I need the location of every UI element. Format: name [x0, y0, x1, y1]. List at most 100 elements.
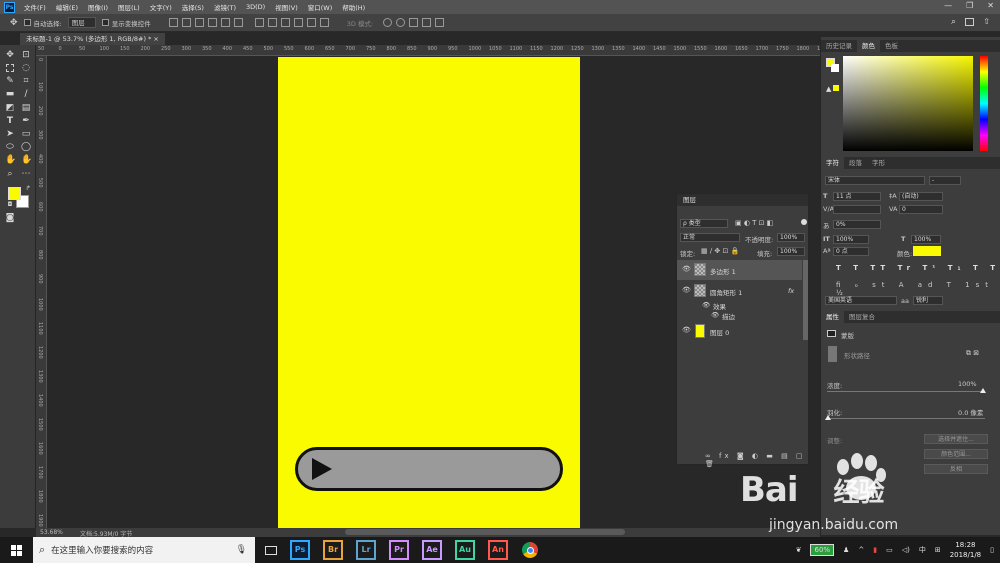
- tab-properties[interactable]: 属性: [821, 311, 844, 323]
- eraser-tool-icon[interactable]: ◩: [5, 103, 15, 113]
- tray-expand-icon[interactable]: ^: [858, 546, 864, 554]
- ellipse-tool-icon[interactable]: ⬭: [5, 142, 15, 152]
- antialias-dropdown[interactable]: 锐利: [913, 296, 943, 305]
- font-family-dropdown[interactable]: 宋体: [825, 176, 925, 185]
- path-select-tool-icon[interactable]: ➤: [5, 129, 15, 139]
- show-transform-checkbox[interactable]: [101, 19, 109, 26]
- lock-icons[interactable]: ▦ ∕ ✥ ⊡ 🔒: [701, 247, 739, 255]
- color-picker-field[interactable]: [843, 56, 973, 151]
- align-left-icon[interactable]: [207, 18, 217, 27]
- kerning-field[interactable]: [833, 205, 881, 214]
- tsume-field[interactable]: 0%: [833, 220, 881, 229]
- layer-filter-dropdown[interactable]: ρ 类型: [680, 219, 728, 228]
- workspace-icon[interactable]: [965, 18, 974, 26]
- tab-color[interactable]: 颜色: [857, 40, 880, 52]
- align-center-icon[interactable]: [220, 18, 230, 27]
- volume-icon[interactable]: ◁): [902, 546, 910, 554]
- default-colors-icon[interactable]: ◘: [5, 200, 15, 210]
- feather-slider-thumb[interactable]: [825, 415, 831, 420]
- menu-image[interactable]: 图像(I): [83, 2, 113, 12]
- show-transform-option[interactable]: 显示变换控件: [101, 18, 151, 28]
- ime-indicator[interactable]: 中: [919, 545, 926, 555]
- bg-color-chip[interactable]: [831, 64, 839, 72]
- layers-scrollbar[interactable]: [803, 260, 808, 340]
- 3d-roll-icon[interactable]: [396, 18, 406, 27]
- tab-glyphs[interactable]: 字形: [867, 157, 890, 169]
- menu-select[interactable]: 选择(S): [177, 2, 209, 12]
- hue-slider[interactable]: [980, 56, 988, 151]
- task-view-icon[interactable]: [265, 545, 277, 555]
- taskbar-app-aftereffects[interactable]: Ae: [422, 540, 442, 560]
- tab-history[interactable]: 历史记录: [821, 40, 857, 52]
- taskbar-app-audition[interactable]: Au: [455, 540, 475, 560]
- distribute-center-icon[interactable]: [306, 18, 316, 27]
- document-tab-close-icon[interactable]: ×: [153, 35, 158, 43]
- app-tray-icon[interactable]: ⊞: [935, 546, 941, 554]
- hand-tool-icon[interactable]: ✋: [21, 155, 32, 165]
- tracking-field[interactable]: 0: [899, 205, 943, 214]
- 3d-scale-icon[interactable]: [435, 18, 445, 27]
- taskbar-app-animate[interactable]: An: [488, 540, 508, 560]
- menu-help[interactable]: 帮助(H): [337, 2, 370, 12]
- 3d-orbit-icon[interactable]: [383, 18, 393, 27]
- font-style-dropdown[interactable]: -: [929, 176, 961, 185]
- quick-mask-icon[interactable]: ◙: [5, 213, 15, 223]
- visibility-eye-icon[interactable]: 👁: [682, 326, 691, 334]
- leading-field[interactable]: (自动): [899, 192, 943, 201]
- move-tool-icon[interactable]: ✥: [5, 50, 15, 60]
- security-icon[interactable]: ▮: [873, 546, 877, 554]
- visibility-eye-icon[interactable]: 👁: [682, 265, 691, 273]
- battery-indicator[interactable]: 60%: [810, 544, 835, 556]
- more-tools-icon[interactable]: ⋯: [21, 169, 31, 179]
- taskbar-app-premiere[interactable]: Pr: [389, 540, 409, 560]
- notification-icon[interactable]: ▯: [990, 546, 994, 554]
- tab-swatches[interactable]: 色板: [880, 40, 903, 52]
- align-right-icon[interactable]: [233, 18, 243, 27]
- visibility-eye-icon[interactable]: 👁: [682, 286, 691, 294]
- menu-layer[interactable]: 图层(L): [113, 2, 145, 12]
- menu-edit[interactable]: 编辑(E): [51, 2, 83, 12]
- quick-select-tool-icon[interactable]: ✎: [5, 76, 15, 86]
- baseline-field[interactable]: 0 点: [833, 247, 869, 256]
- play-triangle-shape[interactable]: [312, 458, 332, 480]
- shape-tool-icon[interactable]: ◯: [21, 142, 31, 152]
- taskbar-app-lightroom[interactable]: Lr: [356, 540, 376, 560]
- horizontal-scale-field[interactable]: 100%: [911, 235, 941, 244]
- microphone-icon[interactable]: 🎙: [236, 545, 247, 555]
- ruler-tool-icon[interactable]: ▬: [5, 89, 15, 99]
- 3d-slide-icon[interactable]: [422, 18, 432, 27]
- auto-select-checkbox[interactable]: [23, 19, 31, 26]
- crop-tool-icon[interactable]: ⌗: [21, 76, 31, 86]
- layer-row-rounded-rect[interactable]: 👁 圆角矩形 1 fx: [677, 281, 802, 301]
- align-bottom-icon[interactable]: [194, 18, 204, 27]
- brush-tool-icon[interactable]: ∕: [21, 89, 31, 99]
- search-icon[interactable]: ⌕: [951, 17, 956, 27]
- taskbar-app-photoshop[interactable]: Ps: [290, 540, 310, 560]
- foreground-color-swatch[interactable]: [8, 187, 21, 200]
- lasso-tool-icon[interactable]: ◌: [21, 63, 31, 73]
- 3d-tool-icon[interactable]: ✋: [5, 155, 16, 165]
- minimize-icon[interactable]: —: [944, 1, 952, 10]
- filter-toggle-icon[interactable]: [801, 219, 807, 225]
- distribute-right-icon[interactable]: [319, 18, 329, 27]
- 3d-pan-icon[interactable]: [409, 18, 419, 27]
- opentype-buttons[interactable]: ﬁ ℴ st A ad T 1st ½: [836, 281, 1000, 297]
- document-tab[interactable]: 未标题-1 @ 53.7% (多边形 1, RGB/8#) * ×: [20, 33, 165, 45]
- network-icon[interactable]: ▭: [886, 546, 893, 554]
- menu-type[interactable]: 文字(Y): [145, 2, 177, 12]
- stroke-eye-icon[interactable]: 👁: [711, 311, 719, 319]
- clock[interactable]: 18:28 2018/1/8: [950, 540, 981, 560]
- density-slider[interactable]: [827, 391, 985, 392]
- font-size-field[interactable]: 11 点: [833, 192, 881, 201]
- maximize-icon[interactable]: ❐: [966, 1, 973, 10]
- zoom-level[interactable]: 53.68%: [40, 529, 63, 536]
- text-color-swatch[interactable]: [913, 246, 941, 256]
- tab-character[interactable]: 字符: [821, 157, 844, 169]
- align-top-icon[interactable]: [168, 18, 178, 27]
- menu-view[interactable]: 视图(V): [270, 2, 303, 12]
- marquee-tool-icon[interactable]: [5, 63, 15, 73]
- menu-3d[interactable]: 3D(D): [241, 3, 270, 11]
- add-mask-icon[interactable]: ⧉ ⊠: [966, 349, 979, 358]
- tab-paragraph[interactable]: 段落: [844, 157, 867, 169]
- windows-start-icon[interactable]: [11, 545, 22, 556]
